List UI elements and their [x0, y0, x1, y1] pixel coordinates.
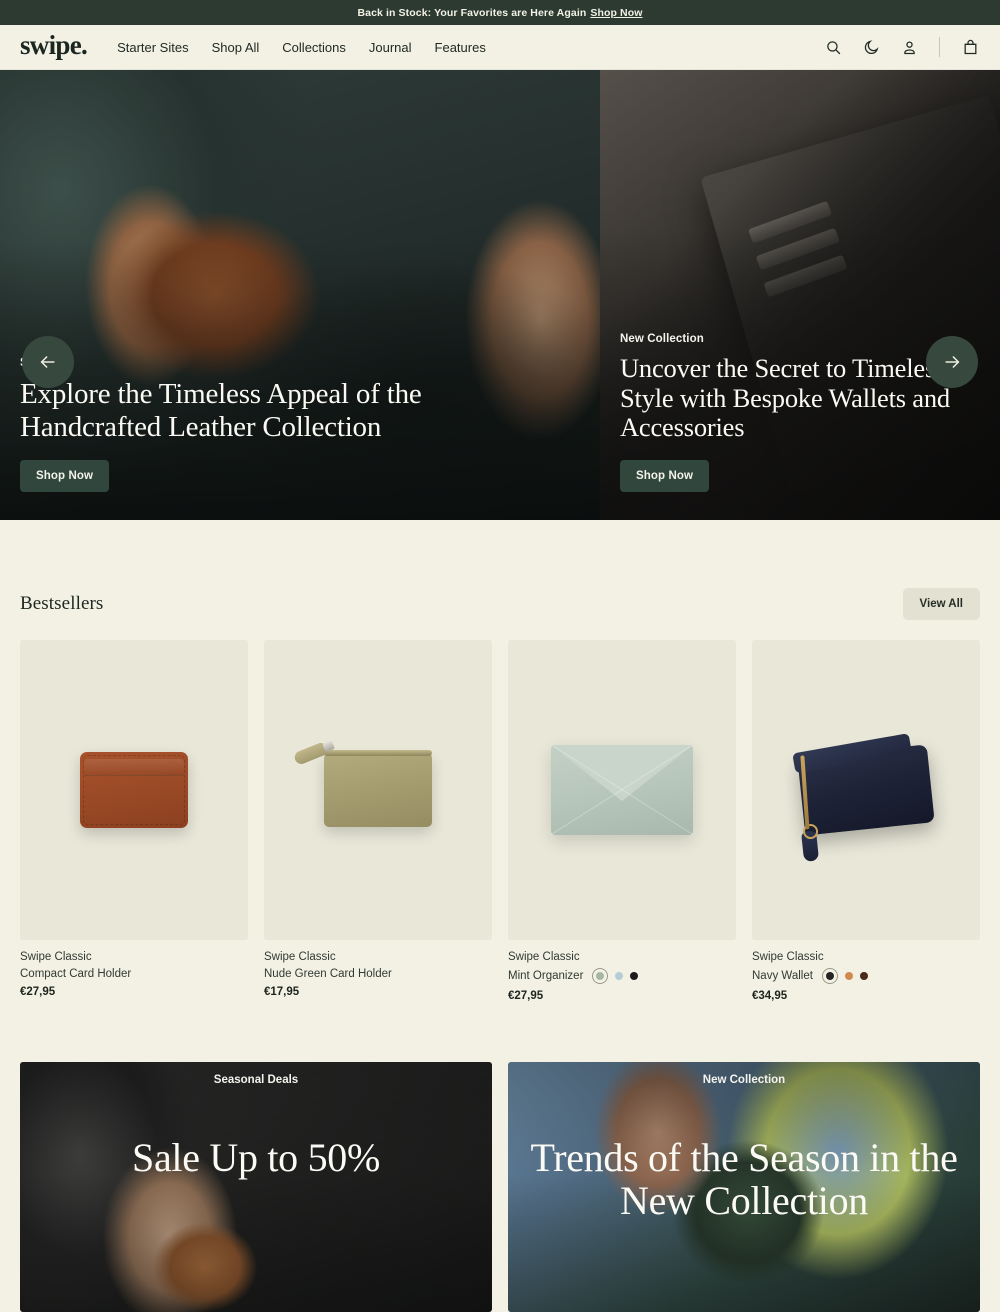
announcement-text: Back in Stock: Your Favorites are Here A…	[357, 6, 587, 19]
product-price: €27,95	[20, 986, 56, 998]
nav-item-collections[interactable]: Collections	[282, 40, 346, 55]
product-grid: Swipe Classic Compact Card Holder €27,95…	[20, 640, 980, 1002]
product-art	[292, 741, 432, 827]
product-image-nude-green-card-holder[interactable]	[264, 640, 492, 940]
hero-slide-sale[interactable]: Sale Explore the Timeless Appeal of the …	[0, 70, 600, 520]
product-art	[551, 745, 693, 835]
color-swatch[interactable]	[615, 972, 624, 980]
moon-icon[interactable]	[861, 37, 881, 57]
promo-banner-new-collection[interactable]: New Collection Trends of the Season in t…	[508, 1062, 980, 1312]
product-brand: Swipe Classic	[752, 951, 824, 963]
product-brand: Swipe Classic	[508, 951, 580, 963]
product-name: Mint Organizer	[508, 970, 584, 982]
product-name-row: Navy Wallet	[752, 968, 980, 984]
carousel-prev-arrow-icon[interactable]	[22, 336, 74, 388]
promo-content: Seasonal Deals Sale Up to 50%	[20, 1062, 492, 1312]
product-name-row: Mint Organizer	[508, 968, 736, 984]
product-card[interactable]: Swipe Classic Compact Card Holder €27,95	[20, 640, 248, 1002]
promo-eyebrow: New Collection	[702, 1074, 786, 1086]
zipper-pull-graphic	[292, 741, 330, 766]
hero-shop-now-button[interactable]: Shop Now	[20, 460, 110, 492]
product-brand: Swipe Classic	[20, 951, 92, 963]
header-divider	[939, 37, 940, 57]
site-header: swipe. Starter Sites Shop All Collection…	[0, 25, 1000, 70]
bestsellers-section: Bestsellers View All Swipe Classic Compa…	[0, 520, 1000, 1002]
color-swatch[interactable]	[630, 972, 639, 980]
hero-slide-content: Sale Explore the Timeless Appeal of the …	[0, 357, 600, 520]
product-brand: Swipe Classic	[264, 951, 336, 963]
hero-shop-now-button[interactable]: Shop Now	[620, 460, 710, 492]
hero-title: Explore the Timeless Appeal of the Handc…	[20, 378, 422, 443]
nav-item-starter-sites[interactable]: Starter Sites	[117, 40, 189, 55]
promo-title: Trends of the Season in the New Collecti…	[530, 1135, 958, 1224]
product-name: Nude Green Card Holder	[264, 968, 392, 980]
hero-eyebrow: Sale	[20, 357, 580, 369]
color-swatch-group	[821, 968, 868, 984]
product-image-compact-card-holder[interactable]	[20, 640, 248, 940]
product-art	[80, 752, 188, 828]
promo-content: New Collection Trends of the Season in t…	[508, 1062, 980, 1312]
color-swatch[interactable]	[844, 972, 853, 980]
header-icon-group	[823, 37, 980, 57]
product-name: Compact Card Holder	[20, 968, 132, 980]
product-image-mint-organizer[interactable]	[508, 640, 736, 940]
view-all-button[interactable]: View All	[902, 588, 980, 620]
product-name: Navy Wallet	[752, 970, 813, 982]
product-image-navy-wallet[interactable]	[752, 640, 980, 940]
main-navigation: Starter Sites Shop All Collections Journ…	[117, 40, 486, 55]
product-price: €17,95	[264, 986, 300, 998]
color-swatch-selected[interactable]	[592, 968, 609, 984]
site-logo[interactable]: swipe.	[20, 32, 88, 62]
promo-banner-seasonal-deals[interactable]: Seasonal Deals Sale Up to 50%	[20, 1062, 492, 1312]
promo-title: Sale Up to 50%	[132, 1135, 380, 1180]
page-title: Bestsellers	[20, 593, 104, 614]
carousel-next-arrow-icon[interactable]	[926, 336, 978, 388]
search-icon[interactable]	[823, 37, 843, 57]
product-name-row: Nude Green Card Holder	[264, 968, 492, 980]
nav-item-shop-all[interactable]: Shop All	[212, 40, 260, 55]
zipper-pull-graphic	[801, 830, 820, 862]
hero-carousel: Sale Explore the Timeless Appeal of the …	[0, 70, 1000, 520]
hero-eyebrow: New Collection	[620, 332, 704, 345]
announcement-bar: Back in Stock: Your Favorites are Here A…	[0, 0, 1000, 25]
product-price: €34,95	[752, 990, 788, 1002]
promo-banner-section: Seasonal Deals Sale Up to 50% New Collec…	[0, 1062, 1000, 1312]
hero-title: Uncover the Secret to Timeless Style wit…	[620, 352, 950, 443]
product-price: €27,95	[508, 990, 544, 1002]
product-card[interactable]: Swipe Classic Mint Organizer €27,95	[508, 640, 736, 1002]
bestsellers-header: Bestsellers View All	[20, 520, 980, 640]
hero-slide-new-collection[interactable]: New Collection Uncover the Secret to Tim…	[600, 70, 1000, 520]
product-card[interactable]: Swipe Classic Nude Green Card Holder €17…	[264, 640, 492, 1002]
color-swatch-selected[interactable]	[821, 968, 838, 984]
nav-item-features[interactable]: Features	[435, 40, 486, 55]
product-art	[797, 744, 935, 862]
promo-eyebrow: Seasonal Deals	[213, 1074, 299, 1086]
color-swatch-group	[592, 968, 639, 984]
nav-item-journal[interactable]: Journal	[369, 40, 412, 55]
account-icon[interactable]	[899, 37, 919, 57]
cart-icon[interactable]	[960, 37, 980, 57]
product-card[interactable]: Swipe Classic Navy Wallet €34,95	[752, 640, 980, 1002]
color-swatch[interactable]	[859, 972, 868, 980]
product-name-row: Compact Card Holder	[20, 968, 248, 980]
announcement-shop-now-link[interactable]: Shop Now	[590, 7, 642, 19]
